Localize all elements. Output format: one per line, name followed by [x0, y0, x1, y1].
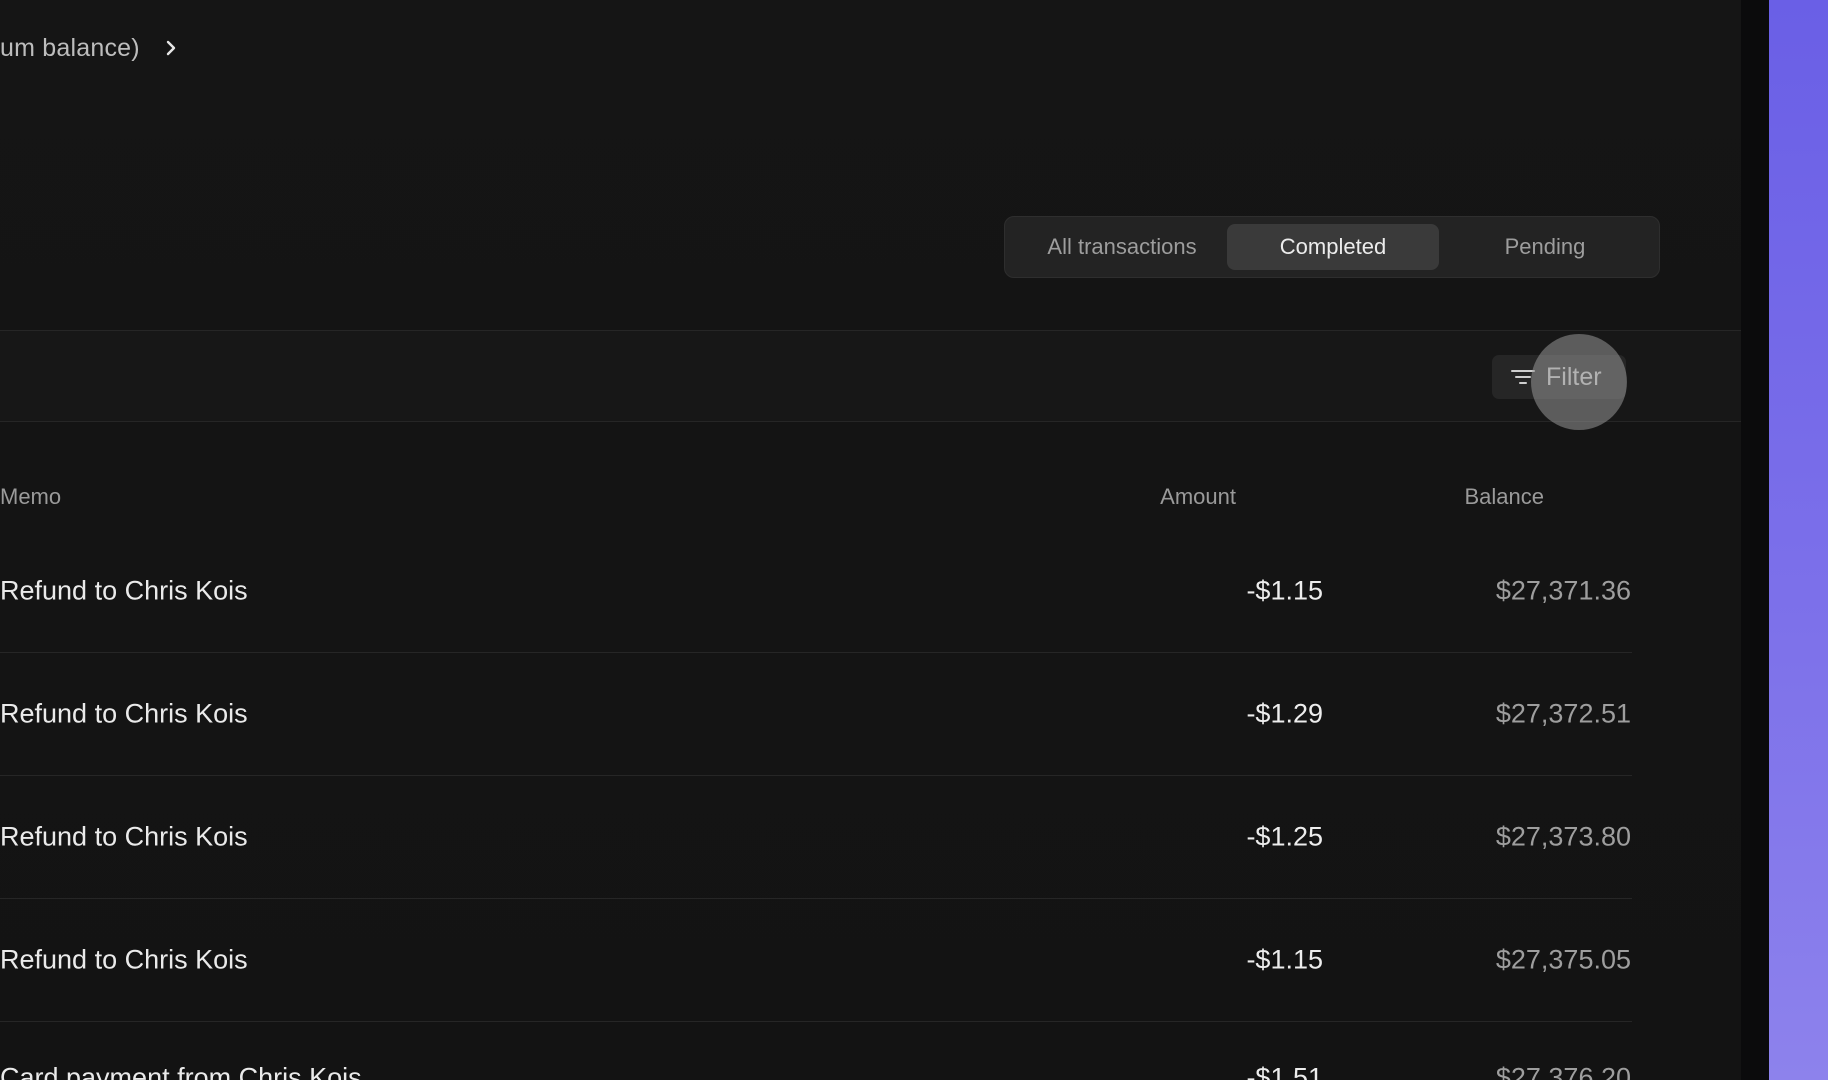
row-memo: Refund to Chris Kois	[0, 821, 248, 852]
row-balance: $27,372.51	[1495, 698, 1631, 729]
row-memo: Refund to Chris Kois	[0, 698, 248, 729]
row-balance: $27,373.80	[1495, 821, 1631, 852]
tab-completed[interactable]: Completed	[1227, 224, 1439, 270]
table-row[interactable]: Card payment from Chris Kois -$1.51 $27,…	[0, 1022, 1632, 1080]
breadcrumb-label[interactable]: um balance)	[0, 34, 140, 63]
filter-toolbar: Filter	[0, 330, 1741, 422]
app-window: um balance) All transactions Completed P…	[0, 0, 1828, 1080]
row-balance: $27,376.20	[1495, 1062, 1631, 1080]
row-memo: Card payment from Chris Kois	[0, 1062, 362, 1080]
row-balance: $27,371.36	[1495, 575, 1631, 606]
filter-lines-icon	[1510, 367, 1536, 387]
breadcrumb[interactable]: um balance)	[0, 30, 180, 66]
column-header-memo[interactable]: Memo	[0, 484, 61, 510]
panel-divider	[1741, 0, 1769, 1080]
filter-button[interactable]: Filter	[1492, 355, 1626, 399]
transaction-status-tabs: All transactions Completed Pending	[1004, 216, 1660, 278]
row-amount: -$1.25	[1246, 821, 1323, 852]
table-row[interactable]: Refund to Chris Kois -$1.29 $27,372.51	[0, 653, 1632, 776]
table-row[interactable]: Refund to Chris Kois -$1.25 $27,373.80	[0, 776, 1632, 899]
transactions-panel: um balance) All transactions Completed P…	[0, 0, 1741, 1080]
row-amount: -$1.29	[1246, 698, 1323, 729]
table-row[interactable]: Refund to Chris Kois -$1.15 $27,375.05	[0, 899, 1632, 1022]
accent-sidebar	[1769, 0, 1828, 1080]
column-header-amount[interactable]: Amount	[1160, 484, 1236, 510]
row-memo: Refund to Chris Kois	[0, 944, 248, 975]
table-row[interactable]: Refund to Chris Kois -$1.15 $27,371.36	[0, 530, 1632, 653]
row-amount: -$1.15	[1246, 575, 1323, 606]
row-amount: -$1.51	[1246, 1062, 1323, 1080]
filter-button-label: Filter	[1546, 362, 1602, 391]
tab-all-transactions[interactable]: All transactions	[1019, 224, 1225, 270]
column-header-balance[interactable]: Balance	[1464, 484, 1544, 510]
row-amount: -$1.15	[1246, 944, 1323, 975]
chevron-right-icon[interactable]	[162, 39, 180, 57]
row-memo: Refund to Chris Kois	[0, 575, 248, 606]
row-balance: $27,375.05	[1495, 944, 1631, 975]
tab-pending[interactable]: Pending	[1443, 224, 1647, 270]
